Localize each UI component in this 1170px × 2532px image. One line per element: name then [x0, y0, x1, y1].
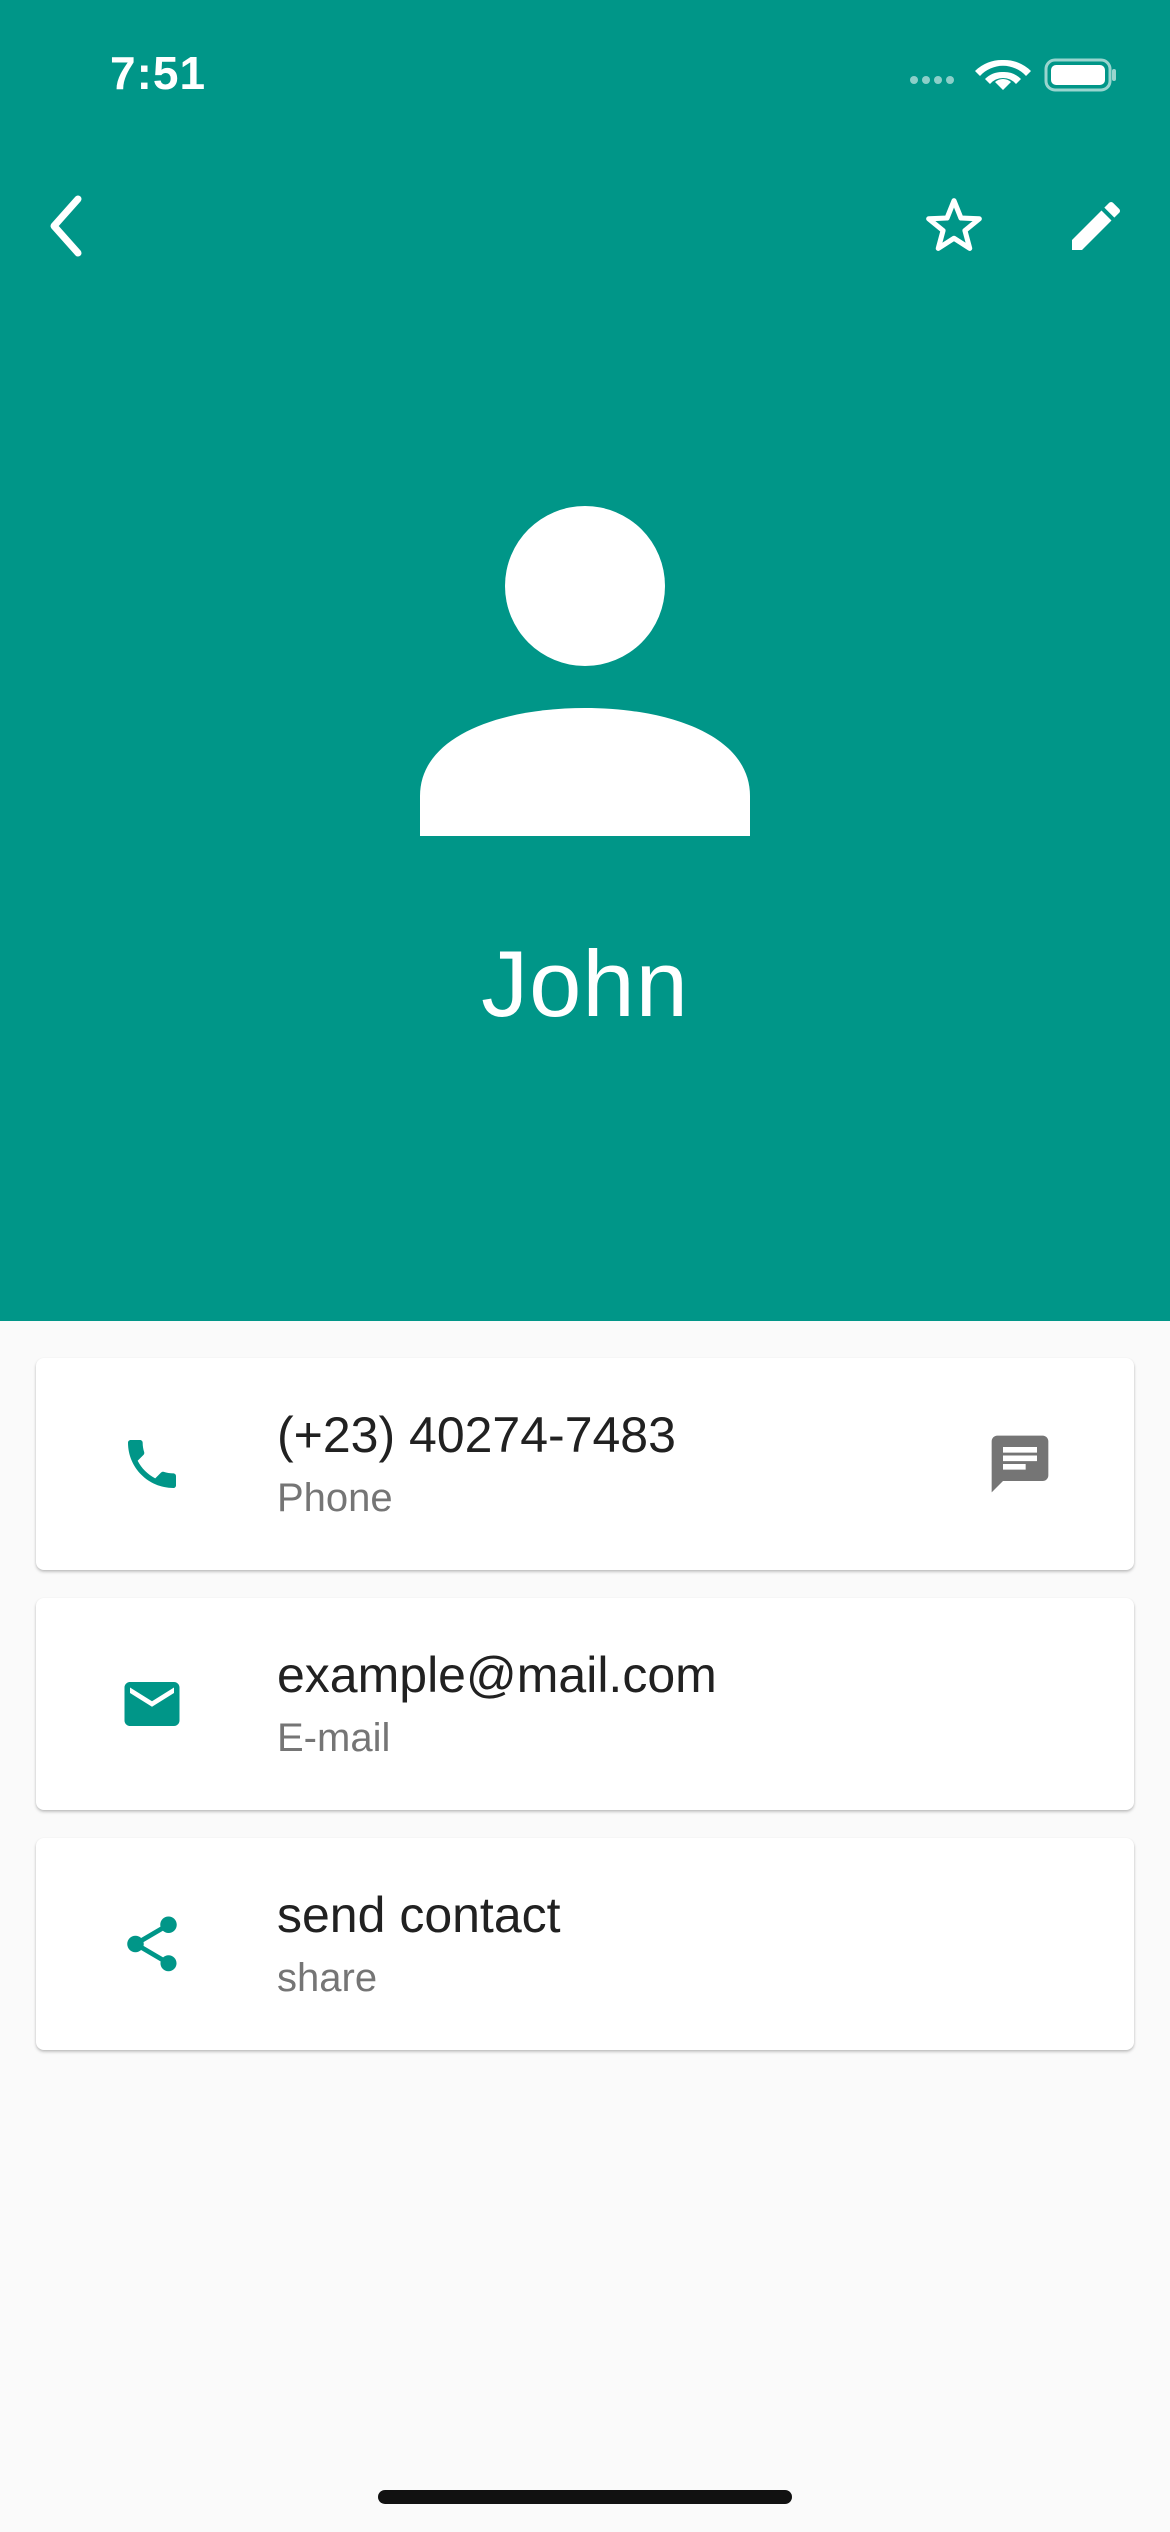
- share-icon-wrapper: [116, 1908, 188, 1980]
- edit-button[interactable]: [1046, 176, 1146, 276]
- person-icon: [420, 506, 750, 836]
- status-bar: 7:51: [0, 0, 1170, 150]
- contact-details: (+23) 40274-7483 Phone example@mail.com …: [36, 1358, 1134, 2078]
- email-address: example@mail.com: [277, 1647, 717, 1703]
- battery-icon: [1044, 58, 1116, 92]
- phone-icon-wrapper: [116, 1428, 188, 1500]
- phone-card[interactable]: (+23) 40274-7483 Phone: [36, 1358, 1134, 1570]
- email-icon: [124, 1682, 180, 1726]
- status-icons: [908, 52, 1118, 98]
- favorite-button[interactable]: [904, 176, 1004, 276]
- message-button[interactable]: [982, 1426, 1058, 1502]
- cellular-signal-icon: [910, 76, 954, 84]
- back-button[interactable]: [16, 176, 116, 276]
- wifi-icon: [975, 59, 1031, 90]
- phone-number: (+23) 40274-7483: [277, 1407, 676, 1463]
- contact-header: 7:51 John: [0, 0, 1170, 1321]
- share-title: send contact: [277, 1887, 561, 1943]
- share-label: share: [277, 1956, 378, 2000]
- status-time: 7:51: [110, 47, 207, 99]
- phone-label: Phone: [277, 1476, 393, 1520]
- phone-icon: [128, 1440, 176, 1488]
- star-outline-icon: [926, 198, 982, 251]
- pencil-icon: [1072, 201, 1121, 250]
- email-icon-wrapper: [116, 1668, 188, 1740]
- message-icon: [991, 1435, 1049, 1493]
- share-icon: [127, 1916, 177, 1972]
- share-card[interactable]: send contact share: [36, 1838, 1134, 2050]
- contact-name: John: [481, 931, 689, 1036]
- home-indicator[interactable]: [378, 2490, 792, 2504]
- app-bar: [0, 176, 1170, 276]
- email-card[interactable]: example@mail.com E-mail: [36, 1598, 1134, 1810]
- email-label: E-mail: [277, 1716, 391, 1760]
- chevron-left-icon: [50, 195, 82, 257]
